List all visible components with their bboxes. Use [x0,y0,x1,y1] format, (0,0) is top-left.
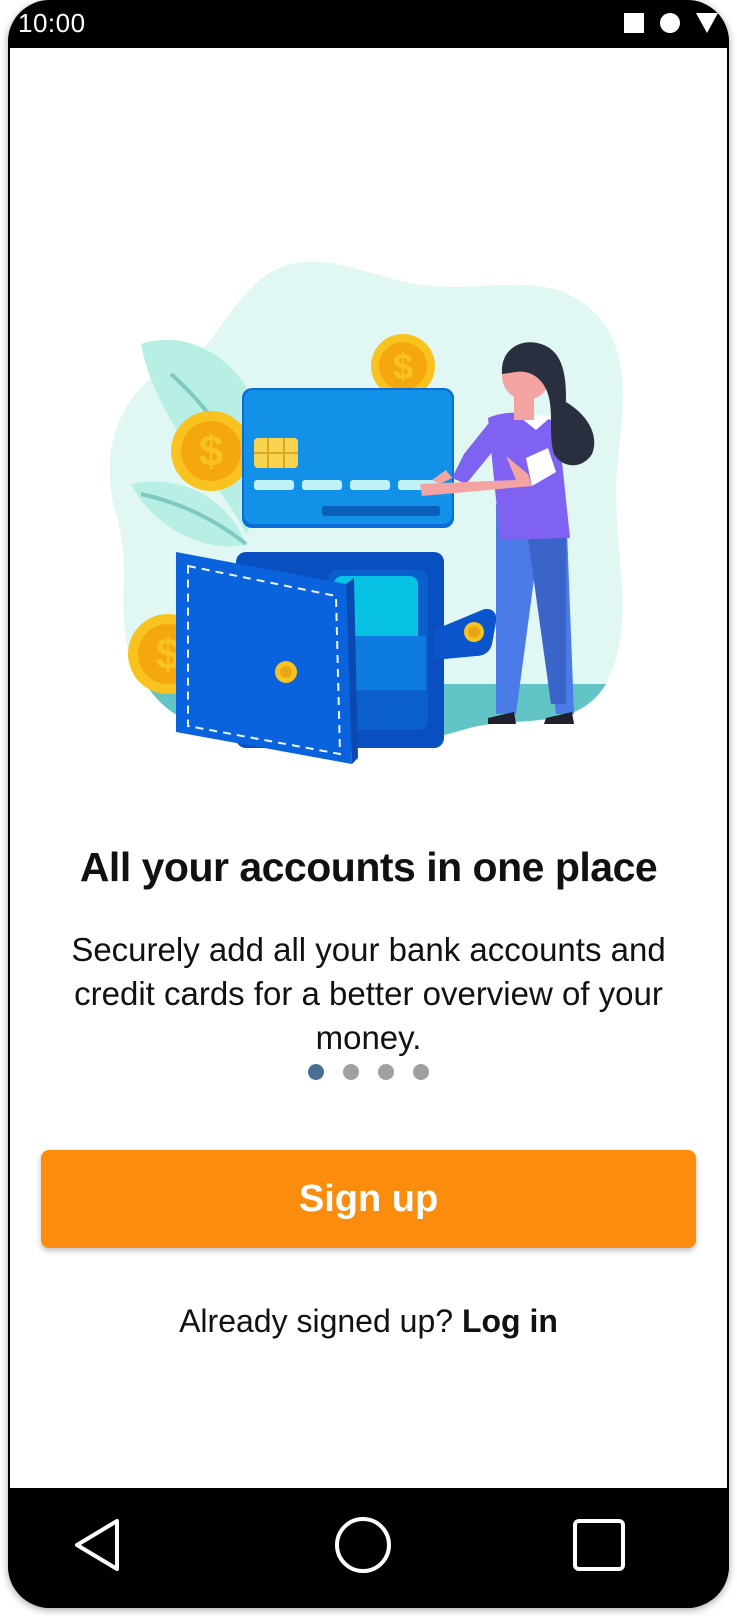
phone-frame: 10:00 $ $ $ All your accounts in one pla… [8,0,729,1608]
login-prompt-row: Already signed up? Log in [10,1303,727,1340]
square-icon [623,12,645,39]
svg-text:$: $ [393,346,413,387]
home-circle-icon[interactable] [328,1510,398,1580]
page-dot-3[interactable] [378,1064,394,1080]
login-prompt-text: Already signed up? [179,1303,454,1339]
navigation-bar [8,1488,729,1608]
back-triangle-icon[interactable] [64,1510,134,1580]
page-dot-1[interactable] [308,1064,324,1080]
wallet-illustration: $ $ $ [109,261,623,764]
signal-triangle-icon [695,12,719,39]
status-time: 10:00 [18,8,86,38]
page-title: All your accounts in one place [79,844,658,890]
page-description: Securely add all your bank accounts and … [71,931,666,1056]
page-dot-4[interactable] [413,1064,429,1080]
recents-square-icon[interactable] [564,1510,634,1580]
page-dot-2[interactable] [343,1064,359,1080]
svg-text:$: $ [199,427,223,476]
status-bar: 10:00 [8,0,729,48]
page-indicator [10,1064,727,1080]
circle-icon [659,12,681,39]
sign-up-button[interactable]: Sign up [41,1150,696,1248]
status-icons [623,12,719,39]
log-in-link[interactable]: Log in [462,1303,558,1339]
onboarding-screen: $ $ $ All your accounts in one place Sec… [10,48,727,1488]
